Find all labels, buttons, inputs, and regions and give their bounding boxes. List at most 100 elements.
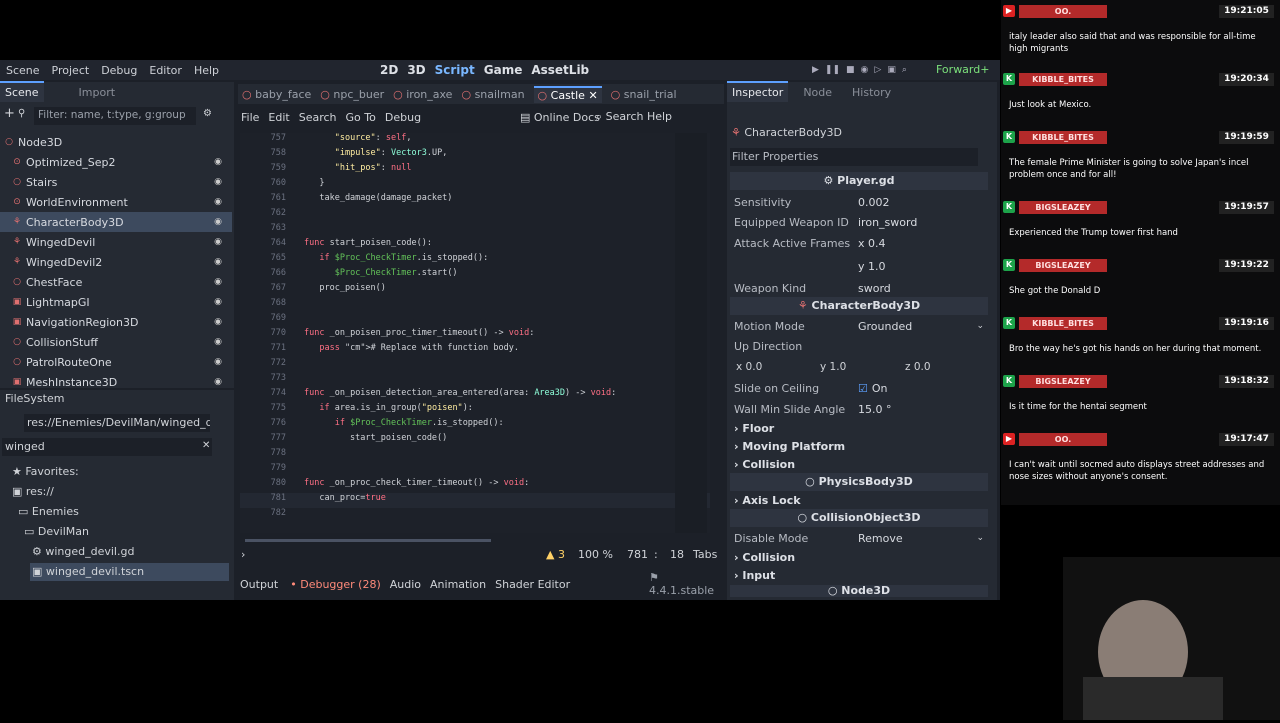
visibility-icon[interactable]: ◉ <box>214 217 222 227</box>
tab-history[interactable]: History <box>847 83 896 102</box>
code-line[interactable]: 758 "impulse": Vector3.UP, <box>240 148 710 163</box>
property-value[interactable]: 0.002 <box>858 196 890 209</box>
tab-animation[interactable]: Animation <box>430 578 486 591</box>
code-line[interactable]: 770 func _on_poisen_proc_timer_timeout() … <box>240 328 710 343</box>
visibility-icon[interactable]: ◉ <box>214 377 222 387</box>
visibility-icon[interactable]: ◉ <box>214 237 222 247</box>
menu-file[interactable]: File <box>241 111 259 124</box>
code-line[interactable]: 765 if $Proc_CheckTimer.is_stopped(): <box>240 253 710 268</box>
scene-node[interactable]: ⊙ WorldEnvironment ◉ <box>0 192 232 212</box>
path-field[interactable]: res://Enemies/DevilMan/winged_devil <box>24 414 210 432</box>
tab-scene[interactable]: Scene <box>0 81 44 102</box>
code-minimap[interactable] <box>675 133 707 533</box>
code-editor[interactable]: 757 "source": self, 758 "impulse": Vector… <box>240 133 710 533</box>
code-line[interactable]: 764 func start_poisen_code(): <box>240 238 710 253</box>
group-axis-lock[interactable]: › Axis Lock <box>734 494 801 507</box>
renderer-select[interactable]: Forward+ <box>936 63 989 76</box>
code-line[interactable]: 781 can_proc=true <box>240 493 710 508</box>
tab-output[interactable]: Output <box>240 578 278 591</box>
script-tab-baby-face[interactable]: ○ baby_face <box>242 88 311 101</box>
view-game[interactable]: Game <box>484 63 523 77</box>
scene-filter-input[interactable]: Filter: name, t:type, g:group <box>34 107 196 125</box>
horizontal-scrollbar[interactable] <box>245 539 491 542</box>
zoom-level[interactable]: 100 % <box>578 548 613 561</box>
code-line[interactable]: 768 <box>240 298 710 313</box>
section-physicsbody3d[interactable]: ○ PhysicsBody3D <box>730 473 988 491</box>
scene-node[interactable]: ▣ LightmapGI ◉ <box>0 292 232 312</box>
menu-search[interactable]: Search <box>299 111 337 124</box>
property-row[interactable]: Weapon Kind sword <box>730 278 988 298</box>
add-node-icon[interactable]: + <box>4 106 15 121</box>
scene-node[interactable]: ○ ChestFace ◉ <box>0 272 232 292</box>
visibility-icon[interactable]: ◉ <box>214 177 222 187</box>
visibility-icon[interactable]: ◉ <box>214 277 222 287</box>
script-tab-castle[interactable]: ○ Castle ✕ <box>533 85 602 103</box>
group-collision[interactable]: › Collision <box>734 458 795 471</box>
property-row[interactable]: Equipped Weapon ID iron_sword <box>730 212 988 232</box>
property-row[interactable]: Attack Active Frames x 0.4 <box>730 233 988 253</box>
remote-icon[interactable]: ◉ <box>861 65 869 75</box>
warning-icon[interactable]: ▲ <box>546 548 554 561</box>
group-floor[interactable]: › Floor <box>734 422 774 435</box>
script-tab-snail-trial[interactable]: ○ snail_trial <box>611 88 677 101</box>
code-line[interactable]: 761 take_damage(damage_packet) <box>240 193 710 208</box>
script-tab-iron-axe[interactable]: ○ iron_axe <box>393 88 452 101</box>
scene-node[interactable]: ⚘ WingedDevil2 ◉ <box>0 252 232 272</box>
scene-node[interactable]: ○ PatrolRouteOne ◉ <box>0 352 232 372</box>
menu-debug[interactable]: Debug <box>95 64 143 77</box>
tab-inspector[interactable]: Inspector <box>727 81 789 102</box>
code-line[interactable]: 767 proc_poisen() <box>240 283 710 298</box>
tab-debugger[interactable]: • Debugger (28) <box>290 578 381 591</box>
code-line[interactable]: 775 if area.is_in_group("poisen"): <box>240 403 710 418</box>
scene-node[interactable]: ⚘ WingedDevil ◉ <box>0 232 232 252</box>
code-line[interactable]: 772 <box>240 358 710 373</box>
property-value[interactable]: sword <box>858 282 891 295</box>
menu-edit[interactable]: Edit <box>268 111 289 124</box>
property-row[interactable]: Sensitivity 0.002 <box>730 192 988 212</box>
code-line[interactable]: 766 $Proc_CheckTimer.start() <box>240 268 710 283</box>
clear-icon[interactable]: ✕ <box>202 440 210 451</box>
code-line[interactable]: 779 <box>240 463 710 478</box>
section-player-gd[interactable]: ⚙ Player.gd <box>730 172 988 190</box>
menu-editor[interactable]: Editor <box>143 64 188 77</box>
online-docs-button[interactable]: ▤ Online Docs <box>520 111 600 124</box>
menu-debug-script[interactable]: Debug <box>385 111 421 124</box>
visibility-icon[interactable]: ◉ <box>214 297 222 307</box>
object-selector[interactable]: ⚘ CharacterBody3D <box>731 126 842 139</box>
toggle-panel-icon[interactable]: › <box>241 548 245 561</box>
group-moving-platform[interactable]: › Moving Platform <box>734 440 845 453</box>
menu-project[interactable]: Project <box>46 64 96 77</box>
code-line[interactable]: 771 pass "cm"># Replace with function bo… <box>240 343 710 358</box>
up-vector-row[interactable]: x 0.0 y 1.0 z 0.0 <box>730 357 988 377</box>
property-value[interactable]: iron_sword <box>858 216 917 229</box>
code-line[interactable]: 776 if $Proc_CheckTimer.is_stopped(): <box>240 418 710 433</box>
code-line[interactable]: 778 <box>240 448 710 463</box>
view-script[interactable]: Script <box>435 63 475 77</box>
visibility-icon[interactable]: ◉ <box>214 197 222 207</box>
filter-properties-input[interactable]: Filter Properties <box>730 148 978 166</box>
property-value[interactable]: x 0.4 <box>858 237 886 250</box>
file-winged-devil-gd[interactable]: ⚙ winged_devil.gd <box>32 545 134 558</box>
warning-count[interactable]: 3 <box>558 548 565 561</box>
code-line[interactable]: 780 func _on_proc_check_timer_timeout() -… <box>240 478 710 493</box>
section-node3d[interactable]: ○ Node3D <box>730 585 988 597</box>
wall-min-slide-row[interactable]: Wall Min Slide Angle 15.0 ° <box>730 399 988 419</box>
section-collisionobject3d[interactable]: ○ CollisionObject3D <box>730 509 988 527</box>
visibility-icon[interactable]: ◉ <box>214 357 222 367</box>
code-line[interactable]: 763 <box>240 223 710 238</box>
menu-help[interactable]: Help <box>188 64 225 77</box>
code-line[interactable]: 777 start_poisen_code() <box>240 433 710 448</box>
visibility-icon[interactable]: ◉ <box>214 337 222 347</box>
tab-audio[interactable]: Audio <box>390 578 421 591</box>
view-assetlib[interactable]: AssetLib <box>531 63 589 77</box>
motion-mode-row[interactable]: Motion Mode Grounded ⌄ <box>730 316 988 336</box>
code-line[interactable]: 769 <box>240 313 710 328</box>
section-characterbody3d[interactable]: ⚘ CharacterBody3D <box>730 297 988 315</box>
code-line[interactable]: 773 <box>240 373 710 388</box>
code-line[interactable]: 760 } <box>240 178 710 193</box>
view-3d[interactable]: 3D <box>407 63 425 77</box>
search-icon[interactable]: ⌕ <box>902 65 907 75</box>
code-line[interactable]: 762 <box>240 208 710 223</box>
group-input[interactable]: › Input <box>734 569 775 582</box>
stop-icon[interactable]: ■ <box>846 65 855 75</box>
